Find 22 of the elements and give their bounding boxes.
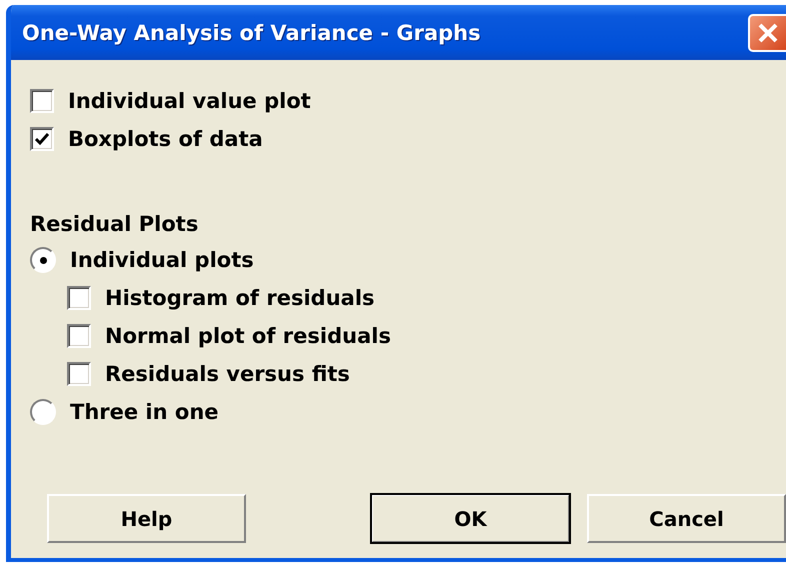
checkbox[interactable] <box>67 286 91 310</box>
dialog-button[interactable]: Cancel <box>587 494 786 543</box>
radio-label: Three in one <box>70 400 219 424</box>
checkbox[interactable] <box>30 127 54 151</box>
dialog-button[interactable]: Help <box>47 494 246 543</box>
checkbox-label: Individual value plot <box>68 89 311 113</box>
checkbox[interactable] <box>30 89 54 113</box>
checkbox-label: Histogram of residuals <box>105 286 375 310</box>
checkbox-label: Residuals versus fits <box>105 362 350 386</box>
checkbox[interactable] <box>67 324 91 348</box>
dialog-button[interactable]: OK <box>371 494 570 543</box>
checkbox-label: Normal plot of residuals <box>105 324 391 348</box>
checkbox[interactable] <box>67 362 91 386</box>
check-mark-icon <box>35 132 49 146</box>
radio-button[interactable] <box>30 399 56 425</box>
radio-label: Individual plots <box>70 248 254 272</box>
window-title: One-Way Analysis of Variance - Graphs <box>22 20 481 44</box>
close-button[interactable] <box>748 14 786 52</box>
checkbox-label: Boxplots of data <box>68 127 263 151</box>
radio-button[interactable] <box>30 247 56 273</box>
section-heading: Residual Plots <box>30 210 200 238</box>
close-icon <box>757 22 779 44</box>
